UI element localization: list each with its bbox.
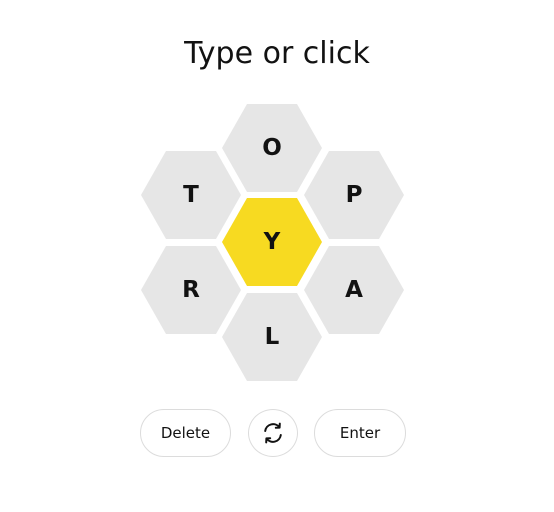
letter-cell-bottom[interactable]: L — [222, 293, 322, 381]
letter-cell-lower-left[interactable]: R — [141, 246, 241, 334]
letter-cell-upper-right[interactable]: P — [304, 151, 404, 239]
letter-cell-top[interactable]: O — [222, 104, 322, 192]
delete-button[interactable]: Delete — [140, 409, 231, 457]
shuffle-button[interactable] — [248, 409, 298, 457]
shuffle-icon — [264, 422, 282, 444]
controls-row: Delete Enter — [0, 409, 554, 459]
letter-cell-center[interactable]: Y — [222, 198, 322, 286]
letter-cell-lower-right[interactable]: A — [304, 246, 404, 334]
letter-cell-upper-left[interactable]: T — [141, 151, 241, 239]
enter-button[interactable]: Enter — [314, 409, 406, 457]
spelling-bee-board: Type or click O T P Y R A L Delete Enter — [0, 0, 554, 512]
